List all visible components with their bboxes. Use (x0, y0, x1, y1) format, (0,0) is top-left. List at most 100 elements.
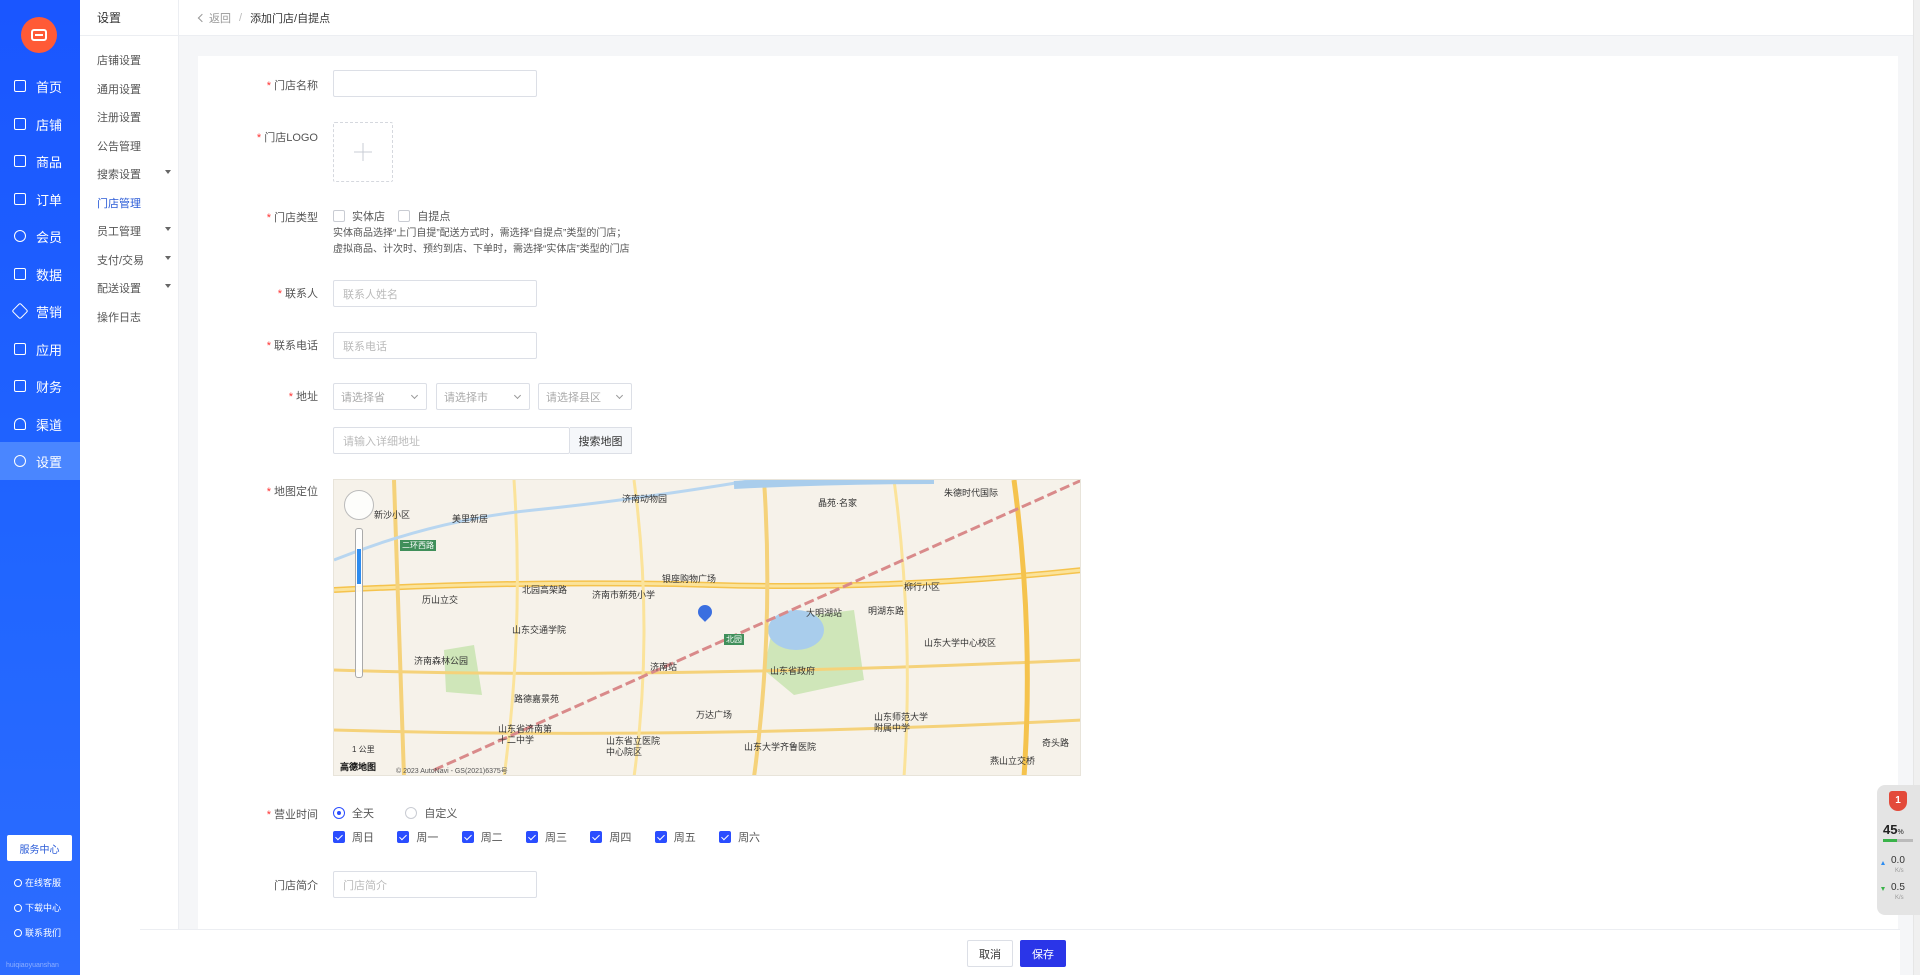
submenu-item-logs[interactable]: 操作日志 (97, 309, 177, 325)
store-type-pickup-checkbox[interactable]: 自提点 (398, 208, 450, 224)
memory-bar (1883, 839, 1913, 842)
day-thursday-checkbox[interactable]: 周四 (590, 829, 631, 845)
chevron-down-icon (410, 391, 419, 400)
chevron-down-icon (165, 256, 171, 260)
submenu-item-search-settings[interactable]: 搜索设置 (97, 166, 177, 182)
intro-label: 门店简介 (274, 880, 318, 892)
chevron-left-icon (197, 13, 207, 22)
amap-logo: 高德地图 (340, 762, 377, 772)
hours-custom-radio[interactable]: 自定义 (405, 805, 457, 821)
cancel-button[interactable]: 取消 (967, 940, 1013, 967)
sidebar-item-channels[interactable]: 渠道 (0, 405, 80, 443)
finance-icon (14, 380, 26, 392)
day-monday-checkbox[interactable]: 周一 (397, 829, 438, 845)
logo-upload-plus-icon[interactable] (333, 122, 393, 182)
phone-label: 联系电话 (198, 337, 318, 353)
detail-address-input[interactable]: 请输入详细地址 (333, 427, 570, 454)
download-speed: 0.5 (1891, 882, 1905, 893)
sidebar-item-orders[interactable]: 订单 (0, 180, 80, 218)
day-sunday-checkbox[interactable]: 周日 (333, 829, 374, 845)
download-center-link[interactable]: 下载中心 (14, 901, 61, 914)
weekday-group: 周日 周一 周二 周三 周四 周五 周六 (333, 829, 770, 846)
data-icon (14, 268, 26, 280)
submenu-item-general-settings[interactable]: 通用设置 (97, 81, 177, 97)
submenu-item-payment[interactable]: 支付/交易 (97, 252, 177, 268)
map-copyright: © 2023 AutoNavi - GS(2021)6375号 (396, 768, 508, 775)
day-tuesday-checkbox[interactable]: 周二 (461, 829, 503, 845)
phone-input[interactable]: 联系电话 (333, 332, 537, 359)
hours-label: 营业时间 (198, 806, 318, 822)
network-speed-widget[interactable]: 1 45% 0.0 K/s 0.5 K/s (1877, 785, 1920, 915)
download-icon (14, 903, 22, 912)
sidebar-item-finance[interactable]: 财务 (0, 367, 80, 405)
sidebar-item-members[interactable]: 会员 (0, 217, 80, 255)
chevron-down-icon (165, 227, 171, 231)
day-friday-checkbox[interactable]: 周五 (654, 829, 696, 845)
store-type-label: 门店类型 (198, 209, 318, 225)
submenu-item-register-settings[interactable]: 注册设置 (97, 109, 177, 125)
day-wednesday-checkbox[interactable]: 周三 (526, 829, 567, 845)
app-logo-icon[interactable] (21, 17, 57, 53)
app-icon (14, 343, 26, 355)
submenu-item-store-management[interactable]: 门店管理 (97, 195, 177, 211)
hours-all-day-radio[interactable]: 全天 (333, 805, 374, 821)
breadcrumb: 返回 / 添加门店/自提点 (179, 0, 1920, 36)
map-pan-control[interactable] (344, 490, 374, 520)
store-type-physical-checkbox[interactable]: 实体店 (333, 208, 385, 224)
download-arrow-icon (1881, 887, 1885, 891)
tag-icon (11, 302, 29, 320)
sidebar-item-apps[interactable]: 应用 (0, 330, 80, 368)
save-button[interactable]: 保存 (1020, 940, 1066, 967)
settings-submenu: 设置 店铺设置 通用设置 注册设置 公告管理 搜索设置 门店管理 员工管理 支付… (80, 0, 179, 975)
store-name-label: 门店名称 (198, 77, 318, 93)
submenu-item-staff[interactable]: 员工管理 (97, 223, 177, 239)
contact-us-link[interactable]: 联系我们 (14, 926, 61, 939)
submenu-item-announcements[interactable]: 公告管理 (97, 138, 177, 154)
province-select[interactable]: 请选择省 (333, 383, 427, 410)
map-scale: 1 公里 (352, 745, 375, 754)
upload-arrow-icon (1881, 861, 1885, 865)
map-roads (334, 480, 1080, 775)
location-map[interactable]: 济南动物园 新沙小区 美里新居 二环西路 北园高架路 济南市新苑小学 银座购物广… (333, 479, 1081, 776)
map-zoom-slider[interactable] (355, 528, 363, 678)
city-select[interactable]: 请选择市 (436, 383, 530, 410)
chevron-down-icon (165, 284, 171, 288)
district-select[interactable]: 请选择县区 (538, 383, 632, 410)
home-icon (14, 80, 26, 92)
chevron-down-icon (513, 391, 522, 400)
back-link[interactable]: 返回 (197, 10, 231, 26)
upload-speed: 0.0 (1891, 855, 1905, 866)
shop-icon (14, 118, 26, 130)
search-map-button[interactable]: 搜索地图 (570, 427, 632, 454)
page-title: 添加门店/自提点 (250, 12, 331, 25)
brand-watermark: huiqiaoyuanshan (6, 962, 59, 969)
online-support-link[interactable]: 在线客服 (14, 876, 61, 889)
map-label: 地图定位 (198, 483, 318, 499)
action-bar: 取消 保存 (140, 929, 1900, 975)
sidebar-item-shop[interactable]: 店铺 (0, 105, 80, 143)
chevron-down-icon (615, 391, 624, 400)
settings-icon (14, 455, 26, 467)
order-icon (14, 193, 26, 205)
intro-input[interactable]: 门店简介 (333, 871, 537, 898)
store-logo-label: 门店LOGO (198, 129, 318, 145)
sidebar-item-settings[interactable]: 设置 (0, 442, 80, 480)
sidebar-item-marketing[interactable]: 营销 (0, 292, 80, 330)
channel-icon (14, 418, 26, 430)
store-name-input[interactable] (333, 70, 537, 97)
chevron-down-icon (165, 170, 171, 174)
sidebar-item-home[interactable]: 首页 (0, 67, 80, 105)
primary-sidebar: 首页 店铺 商品 订单 会员 数据 营销 应用 财务 渠道 设置 服务中心 在线… (0, 0, 80, 975)
contact-label: 联系人 (198, 285, 318, 301)
sidebar-item-data[interactable]: 数据 (0, 255, 80, 293)
submenu-item-delivery[interactable]: 配送设置 (97, 280, 177, 296)
store-type-group: 实体店 自提点 (333, 208, 460, 225)
day-saturday-checkbox[interactable]: 周六 (719, 829, 760, 845)
contact-input[interactable]: 联系人姓名 (333, 280, 537, 307)
store-type-hint: 实体商品选择“上门自提”配送方式时，需选择“自提点”类型的门店； 虚拟商品、计次… (333, 228, 630, 255)
sidebar-item-goods[interactable]: 商品 (0, 142, 80, 180)
submenu-item-shop-settings[interactable]: 店铺设置 (97, 52, 177, 68)
service-center-button[interactable]: 服务中心 (7, 835, 72, 861)
submenu-title: 设置 (80, 0, 178, 36)
member-icon (14, 230, 26, 242)
